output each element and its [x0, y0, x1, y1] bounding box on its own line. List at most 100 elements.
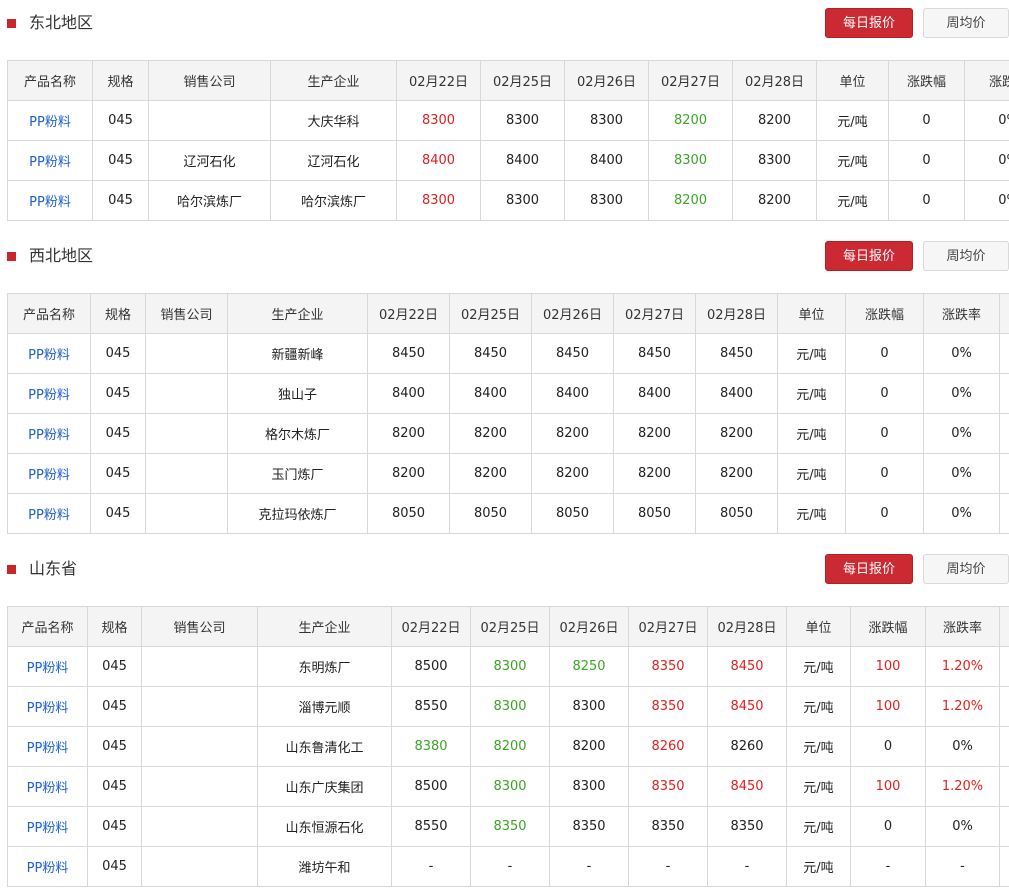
product-name-link[interactable]: PP粉料 [7, 726, 88, 767]
table-cell: 元/吨 [786, 766, 851, 807]
column-header: 销售公司 [141, 606, 258, 647]
product-name-link[interactable]: PP粉料 [7, 686, 88, 727]
table-cell: 0% [964, 180, 1009, 221]
table-cell: 0 [845, 333, 924, 374]
table-cell: 8300 [480, 100, 565, 141]
table-cell: 大庆华科 [270, 100, 397, 141]
table-cell: 8450 [695, 333, 778, 374]
product-name-link[interactable]: PP粉料 [7, 493, 91, 534]
column-header: 02月22日 [396, 60, 481, 101]
weekly-average-button[interactable]: 周均价 [923, 241, 1009, 271]
table-cell [999, 333, 1009, 374]
table-cell [141, 686, 258, 727]
product-name-link[interactable]: PP粉料 [7, 373, 91, 414]
table-row: PP粉料 045 格尔木炼厂 8200 8200 8200 8200 8200 元/吨 0 0% [7, 413, 1009, 454]
table-cell: 8400 [367, 373, 450, 414]
table-cell: 8400 [480, 140, 565, 181]
table-row: PP粉料 045 新疆新峰 8450 8450 8450 8450 8450 元/吨 0 0% [7, 333, 1009, 374]
table-cell: 1.20% [925, 766, 1000, 807]
table-cell: 8200 [531, 413, 614, 454]
price-table-wrapper: 产品名称 规格 销售公司 生产企业 02月22日 02月25日 02月26日 02月27日 02… [7, 293, 1009, 534]
product-name-link[interactable]: PP粉料 [7, 453, 91, 494]
table-cell: 8550 [391, 686, 471, 727]
table-cell: 8050 [449, 493, 532, 534]
table-cell: 元/吨 [777, 453, 846, 494]
table-cell: 8350 [707, 806, 787, 847]
table-cell [999, 646, 1009, 687]
section-title: 东北地区 [29, 13, 94, 32]
table-cell: 元/吨 [777, 373, 846, 414]
table-cell: 100 [850, 686, 926, 727]
table-cell: - [549, 846, 629, 887]
column-header [999, 606, 1009, 647]
table-cell: 辽河石化 [148, 140, 271, 181]
table-cell: 元/吨 [816, 180, 889, 221]
table-cell: 045 [87, 646, 142, 687]
table-cell: 新疆新峰 [227, 333, 368, 374]
table-cell: 0 [845, 373, 924, 414]
table-cell: 8200 [732, 180, 817, 221]
table-cell: 8450 [367, 333, 450, 374]
table-cell: 8300 [470, 686, 550, 727]
table-cell: 8200 [695, 413, 778, 454]
weekly-average-button[interactable]: 周均价 [923, 554, 1009, 584]
product-name-link[interactable]: PP粉料 [7, 846, 88, 887]
table-cell: 0% [964, 140, 1009, 181]
table-cell: 0 [888, 100, 965, 141]
table-cell: 8300 [470, 646, 550, 687]
table-cell: 元/吨 [777, 493, 846, 534]
table-cell: 100 [850, 766, 926, 807]
table-cell: 0 [888, 140, 965, 181]
table-row: PP粉料 045 淄博元顺 8550 8300 8300 8350 8450 元/吨 100 1.2… [7, 686, 1009, 727]
column-header: 涨跌幅 [850, 606, 926, 647]
table-cell: 8400 [396, 140, 481, 181]
product-name-link[interactable]: PP粉料 [7, 806, 88, 847]
table-row: PP粉料 045 山东恒源石化 8550 8350 8350 8350 8350 元/吨 0 0% [7, 806, 1009, 847]
table-cell: 0% [923, 493, 1000, 534]
table-cell: 哈尔滨炼厂 [270, 180, 397, 221]
table-cell: 8450 [531, 333, 614, 374]
daily-quote-button[interactable]: 每日报价 [825, 554, 913, 584]
table-cell [148, 100, 271, 141]
table-cell: 8400 [449, 373, 532, 414]
table-cell: 元/吨 [786, 846, 851, 887]
column-header: 规格 [92, 60, 149, 101]
column-header: 涨跌率 [923, 293, 1000, 334]
product-name-link[interactable]: PP粉料 [7, 100, 93, 141]
table-cell: 0% [923, 453, 1000, 494]
table-cell [141, 806, 258, 847]
table-cell: 0% [923, 373, 1000, 414]
daily-quote-button[interactable]: 每日报价 [825, 241, 913, 271]
table-cell: 045 [87, 726, 142, 767]
daily-quote-button[interactable]: 每日报价 [825, 8, 913, 38]
weekly-average-button[interactable]: 周均价 [923, 8, 1009, 38]
table-cell: 0% [925, 726, 1000, 767]
product-name-link[interactable]: PP粉料 [7, 646, 88, 687]
table-cell: 045 [87, 846, 142, 887]
column-header: 02月22日 [391, 606, 471, 647]
table-cell: 8200 [470, 726, 550, 767]
column-header: 生产企业 [257, 606, 392, 647]
table-cell: 元/吨 [786, 646, 851, 687]
column-header: 02月26日 [549, 606, 629, 647]
table-cell: 山东恒源石化 [257, 806, 392, 847]
column-header [999, 293, 1009, 334]
table-cell [141, 726, 258, 767]
section-shandong: 山东省 每日报价 周均价 产品名称 规格 销售公司 生产企业 02月22日 02月25日 0… [0, 546, 1009, 891]
product-name-link[interactable]: PP粉料 [7, 140, 93, 181]
product-name-link[interactable]: PP粉料 [7, 413, 91, 454]
product-name-link[interactable]: PP粉料 [7, 333, 91, 374]
table-cell: 8250 [549, 646, 629, 687]
table-cell: 元/吨 [786, 726, 851, 767]
table-cell [141, 646, 258, 687]
product-name-link[interactable]: PP粉料 [7, 180, 93, 221]
product-name-link[interactable]: PP粉料 [7, 766, 88, 807]
table-cell: 元/吨 [777, 333, 846, 374]
section-dongbei: 东北地区 每日报价 周均价 产品名称 规格 销售公司 生产企业 02月22日 02月25日… [0, 0, 1009, 233]
table-cell: 045 [90, 413, 146, 454]
table-cell [999, 413, 1009, 454]
section-header: 东北地区 每日报价 周均价 [0, 0, 1009, 45]
table-cell: 克拉玛依炼厂 [227, 493, 368, 534]
table-row: PP粉料 045 辽河石化 辽河石化 8400 8400 8400 8300 8300 元/吨 0 0… [7, 140, 1009, 181]
column-header: 涨跌率 [964, 60, 1009, 101]
